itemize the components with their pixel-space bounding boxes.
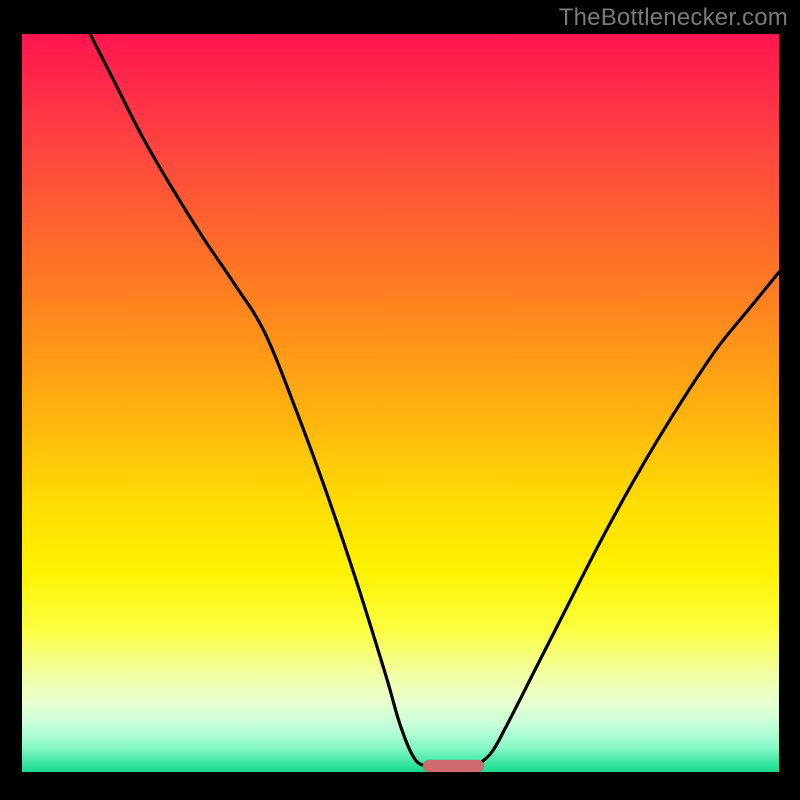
- plot-area: [22, 34, 779, 778]
- chart-canvas: TheBottlenecker.com: [0, 0, 800, 800]
- curve-left-branch: [90, 34, 431, 766]
- curve-right-branch: [476, 272, 779, 766]
- watermark-text: TheBottlenecker.com: [559, 4, 788, 32]
- bottleneck-curve: [22, 34, 779, 778]
- sweet-spot-marker: [423, 760, 484, 772]
